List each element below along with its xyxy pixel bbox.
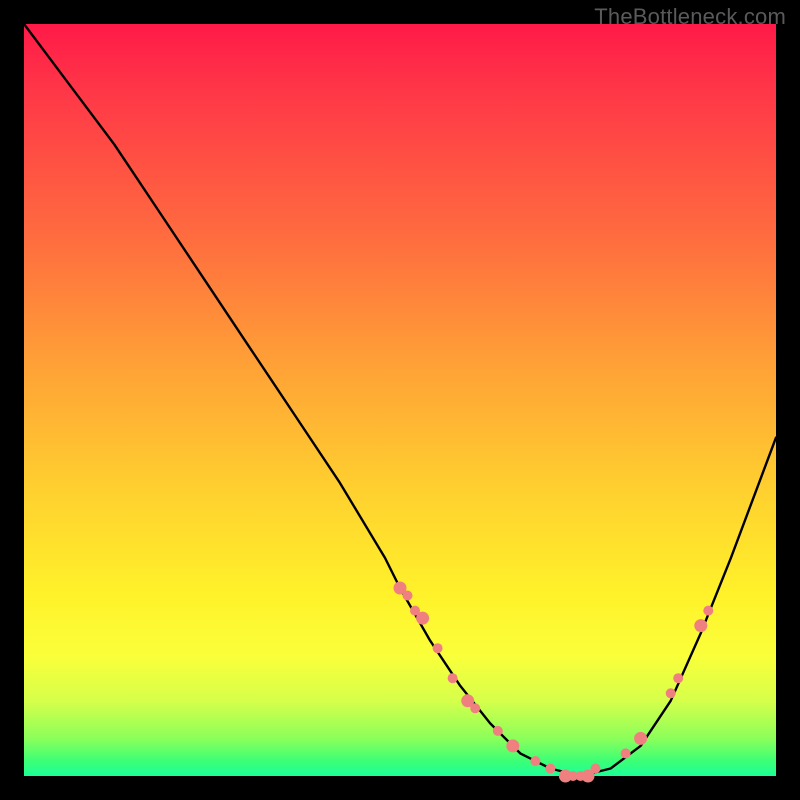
curve-marker — [673, 673, 683, 683]
curve-marker — [403, 591, 413, 601]
bottleneck-curve — [24, 24, 776, 776]
curve-marker — [506, 739, 519, 752]
curve-marker — [493, 726, 503, 736]
watermark-text: TheBottleneck.com — [594, 4, 786, 30]
curve-marker — [530, 756, 540, 766]
curve-marker — [545, 764, 555, 774]
curve-markers — [394, 582, 714, 783]
curve-marker — [694, 619, 707, 632]
curve-marker — [621, 748, 631, 758]
curve-layer — [24, 24, 776, 776]
curve-marker — [470, 703, 480, 713]
plot-area — [24, 24, 776, 776]
curve-marker — [591, 764, 601, 774]
curve-marker — [703, 606, 713, 616]
curve-marker — [448, 673, 458, 683]
curve-marker — [634, 732, 647, 745]
curve-marker — [416, 612, 429, 625]
curve-marker — [666, 688, 676, 698]
curve-marker — [433, 643, 443, 653]
chart-stage: TheBottleneck.com — [0, 0, 800, 800]
